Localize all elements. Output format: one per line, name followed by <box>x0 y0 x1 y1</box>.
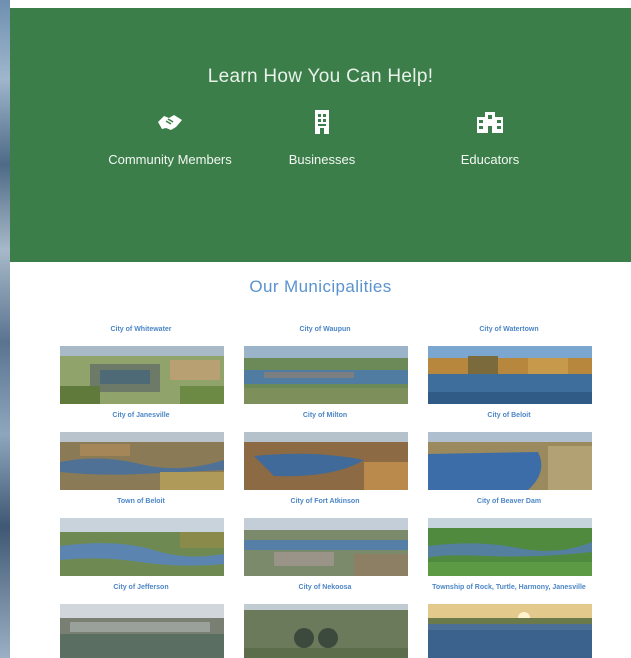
municipality-card-milton[interactable]: City of Milton <box>242 408 408 493</box>
municipality-photo <box>244 518 408 576</box>
municipality-name[interactable]: City of Nekoosa <box>242 580 408 596</box>
municipality-photo <box>60 604 224 658</box>
educators-label: Educators <box>460 152 520 167</box>
municipality-photo <box>244 432 408 490</box>
municipality-card-nekoosa[interactable]: City of Nekoosa <box>242 580 408 658</box>
community-members-label: Community Members <box>108 152 232 167</box>
handshake-icon <box>158 115 182 130</box>
businesses-label: Businesses <box>288 152 356 167</box>
municipality-name[interactable]: City of Beaver Dam <box>426 494 592 510</box>
municipality-card-fort-atkinson[interactable]: City of Fort Atkinson <box>242 494 408 579</box>
municipality-photo <box>428 346 592 404</box>
page: Learn How You Can Help! Community Member… <box>10 0 631 658</box>
municipality-photo <box>428 432 592 490</box>
municipality-photo <box>428 604 592 658</box>
municipality-card-beloit[interactable]: City of Beloit <box>426 408 592 493</box>
municipality-name[interactable]: City of Milton <box>242 408 408 424</box>
building-icon <box>315 110 329 134</box>
municipality-card-waupun[interactable]: City of Waupun <box>242 322 408 407</box>
municipality-photo <box>428 518 592 576</box>
municipality-name[interactable]: City of Jefferson <box>58 580 224 596</box>
municipality-card-watertown[interactable]: City of Watertown <box>426 322 592 407</box>
municipality-card-whitewater[interactable]: City of Whitewater <box>58 322 224 407</box>
municipality-photo <box>244 346 408 404</box>
municipalities-title: Our Municipalities <box>249 277 392 296</box>
help-banner: Learn How You Can Help! Community Member… <box>10 8 631 262</box>
municipality-name[interactable]: City of Watertown <box>426 322 592 338</box>
municipality-card-township-rock-turtle-harmony-janesville[interactable]: Township of Rock, Turtle, Harmony, Janes… <box>426 580 592 658</box>
help-title: Learn How You Can Help! <box>207 66 434 87</box>
municipality-name[interactable]: City of Fort Atkinson <box>242 494 408 510</box>
municipality-photo <box>244 604 408 658</box>
municipality-card-jefferson[interactable]: City of Jefferson <box>58 580 224 658</box>
municipality-card-janesville[interactable]: City of Janesville <box>58 408 224 493</box>
school-icon <box>477 112 503 133</box>
municipality-card-beaver-dam[interactable]: City of Beaver Dam <box>426 494 592 579</box>
municipality-name[interactable]: City of Waupun <box>242 322 408 338</box>
municipality-photo <box>60 518 224 576</box>
municipality-name[interactable]: Town of Beloit <box>58 494 224 510</box>
businesses-link[interactable]: Businesses <box>247 108 397 170</box>
educators-link[interactable]: Educators <box>415 108 565 170</box>
municipality-name[interactable]: City of Janesville <box>58 408 224 424</box>
municipality-name[interactable]: City of Whitewater <box>58 322 224 338</box>
municipality-photo <box>60 432 224 490</box>
municipality-name[interactable]: Township of Rock, Turtle, Harmony, Janes… <box>426 580 592 596</box>
municipality-photo <box>60 346 224 404</box>
municipality-name[interactable]: City of Beloit <box>426 408 592 424</box>
municipality-card-town-of-beloit[interactable]: Town of Beloit <box>58 494 224 579</box>
community-members-link[interactable]: Community Members <box>95 108 245 170</box>
background-photo-edge <box>0 0 10 658</box>
